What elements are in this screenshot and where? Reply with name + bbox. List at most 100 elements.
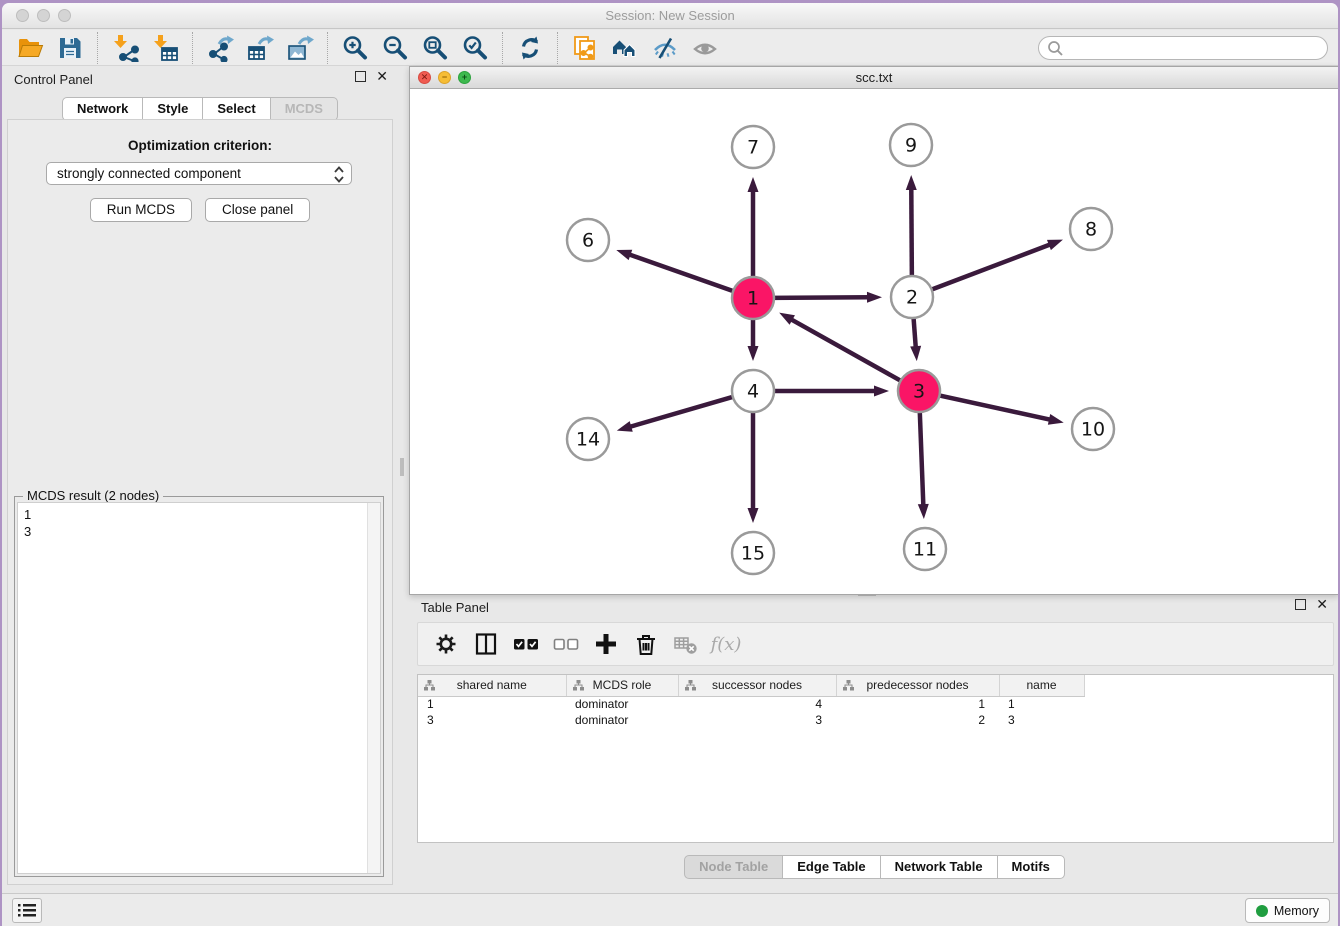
select-all-columns-icon[interactable] <box>508 626 544 662</box>
graph-edge[interactable] <box>748 317 759 361</box>
tab-edge-table[interactable]: Edge Table <box>782 855 880 879</box>
graph-edge[interactable] <box>748 410 759 523</box>
zoom-in-icon[interactable] <box>335 32 375 64</box>
delete-columns-icon[interactable] <box>628 626 664 662</box>
toolbar-separator <box>327 32 328 64</box>
close-panel-icon[interactable]: ✕ <box>376 71 388 82</box>
tab-select[interactable]: Select <box>202 97 270 121</box>
export-table-icon[interactable] <box>240 32 280 64</box>
status-bar: Memory <box>2 893 1338 926</box>
column-header-mcds-role[interactable]: MCDS role <box>566 675 678 696</box>
column-header-name[interactable]: name <box>999 675 1084 696</box>
result-line: 1 <box>24 506 374 523</box>
mcds-result-box: MCDS result (2 nodes) 1 3 <box>14 496 384 877</box>
graph-edge[interactable] <box>748 177 759 279</box>
table-panel-title: Table Panel <box>421 600 489 615</box>
tab-style[interactable]: Style <box>142 97 203 121</box>
graph-node[interactable]: 9 <box>890 124 932 166</box>
float-table-panel-icon[interactable] <box>1295 599 1306 610</box>
search-field[interactable] <box>1038 36 1328 60</box>
hide-selected-icon[interactable] <box>645 32 685 64</box>
show-all-icon[interactable] <box>685 32 725 64</box>
import-table-icon[interactable] <box>145 32 185 64</box>
memory-button[interactable]: Memory <box>1245 898 1330 923</box>
zoom-selected-icon[interactable] <box>455 32 495 64</box>
control-panel: Control Panel ✕ Network Style Select MCD… <box>2 67 398 887</box>
column-header-successor-nodes[interactable]: successor nodes <box>678 675 836 696</box>
column-layout-icon[interactable] <box>468 626 504 662</box>
graph-edge[interactable] <box>617 396 735 431</box>
graph-edge[interactable] <box>930 240 1063 291</box>
zoom-out-icon[interactable] <box>375 32 415 64</box>
task-history-button[interactable] <box>12 898 42 923</box>
graph-edge[interactable] <box>910 316 921 361</box>
import-network-icon[interactable] <box>105 32 145 64</box>
graph-edge[interactable] <box>779 313 902 382</box>
graph-edge[interactable] <box>906 175 917 278</box>
tab-network[interactable]: Network <box>62 97 143 121</box>
table-settings-icon[interactable] <box>428 626 464 662</box>
run-mcds-button[interactable]: Run MCDS <box>90 198 192 222</box>
mcds-result-list[interactable]: 1 3 <box>17 502 381 874</box>
tab-node-table[interactable]: Node Table <box>684 855 783 879</box>
graph-node[interactable]: 7 <box>732 126 774 168</box>
graph-edge[interactable] <box>772 292 882 303</box>
table-header-row: shared name MCDS role successor nodes pr… <box>418 675 1084 696</box>
graph-node[interactable]: 8 <box>1070 208 1112 250</box>
graph-node[interactable]: 2 <box>891 276 933 318</box>
function-builder-icon[interactable]: f(x) <box>708 626 744 662</box>
graph-edge[interactable] <box>918 410 929 519</box>
network-window-titlebar[interactable]: ✕ − + scc.txt <box>410 67 1338 89</box>
refresh-layout-icon[interactable] <box>510 32 550 64</box>
svg-text:7: 7 <box>747 137 759 159</box>
graph-node[interactable]: 14 <box>567 418 609 460</box>
graph-node[interactable]: 3 <box>898 370 940 412</box>
graph-node[interactable]: 11 <box>904 528 946 570</box>
clone-network-icon[interactable] <box>565 32 605 64</box>
svg-text:8: 8 <box>1085 219 1097 241</box>
attribute-icon <box>685 680 696 691</box>
graph-node[interactable]: 6 <box>567 219 609 261</box>
add-column-icon[interactable] <box>588 626 624 662</box>
result-scrollbar[interactable] <box>367 503 380 873</box>
table-panel: Table Panel ✕ <box>407 595 1338 892</box>
graph-edge[interactable] <box>616 250 735 292</box>
save-session-icon[interactable] <box>50 32 90 64</box>
toolbar-separator <box>557 32 558 64</box>
table-row[interactable]: 3 dominator 3 2 3 <box>418 712 1084 728</box>
graph-edge[interactable] <box>938 395 1064 425</box>
control-panel-title: Control Panel <box>14 72 93 87</box>
first-neighbors-icon[interactable] <box>605 32 645 64</box>
control-panel-tabs: Network Style Select MCDS <box>2 97 398 121</box>
graph-node[interactable]: 15 <box>732 532 774 574</box>
main-toolbar <box>2 30 1338 66</box>
open-session-icon[interactable] <box>10 32 50 64</box>
mcds-panel-body: Optimization criterion: strongly connect… <box>7 119 393 885</box>
tab-mcds[interactable]: MCDS <box>270 97 338 121</box>
graph-node[interactable]: 1 <box>732 277 774 319</box>
close-table-panel-icon[interactable]: ✕ <box>1316 599 1328 610</box>
svg-text:10: 10 <box>1081 419 1105 441</box>
main-titlebar: Session: New Session <box>2 3 1338 29</box>
delete-table-icon[interactable] <box>668 626 704 662</box>
graph-node[interactable]: 10 <box>1072 408 1114 450</box>
optimization-criterion-dropdown[interactable]: strongly connected component <box>46 162 352 185</box>
tab-motifs[interactable]: Motifs <box>997 855 1065 879</box>
float-panel-icon[interactable] <box>355 71 366 82</box>
fit-content-icon[interactable] <box>415 32 455 64</box>
close-panel-button[interactable]: Close panel <box>205 198 310 222</box>
unselect-all-columns-icon[interactable] <box>548 626 584 662</box>
toolbar-separator <box>97 32 98 64</box>
export-network-icon[interactable] <box>200 32 240 64</box>
memory-status-icon <box>1256 905 1268 917</box>
export-image-icon[interactable] <box>280 32 320 64</box>
tab-network-table[interactable]: Network Table <box>880 855 998 879</box>
column-header-predecessor-nodes[interactable]: predecessor nodes <box>836 675 999 696</box>
network-canvas[interactable]: 7 9 6 8 1 2 4 3 14 10 15 11 <box>410 89 1338 594</box>
graph-edge[interactable] <box>772 386 889 397</box>
graph-node[interactable]: 4 <box>732 370 774 412</box>
column-header-shared-name[interactable]: shared name <box>418 675 566 696</box>
table-row[interactable]: 1 dominator 4 1 1 <box>418 696 1084 712</box>
search-input[interactable] <box>1064 38 1327 58</box>
vertical-divider-handle[interactable] <box>400 458 404 476</box>
